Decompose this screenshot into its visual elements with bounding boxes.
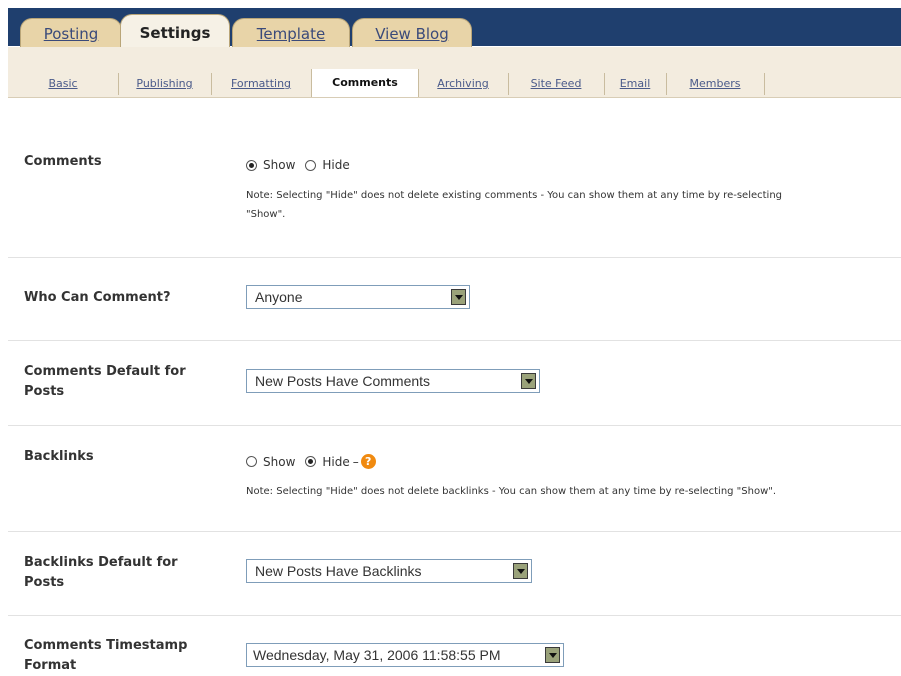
who-can-comment-select[interactable]: Anyone [246, 285, 470, 309]
main-tab-bar: Posting Settings Template View Blog [0, 0, 901, 48]
divider [8, 340, 901, 341]
help-icon[interactable]: ? [360, 454, 376, 469]
sub-tab-bar: Basic Publishing Formatting Comments Arc… [8, 47, 901, 98]
subtab-comments[interactable]: Comments [311, 69, 419, 97]
timestamp-format-label-line2: Format [24, 658, 77, 673]
comments-default-value: New Posts Have Comments [255, 373, 431, 389]
tab-posting[interactable]: Posting [20, 18, 122, 48]
backlinks-default-label-line2: Posts [24, 575, 65, 590]
backlinks-hide-radio[interactable] [305, 456, 317, 467]
divider [8, 425, 901, 426]
backlinks-note: Note: Selecting "Hide" does not delete b… [246, 486, 777, 497]
chevron-down-icon[interactable] [513, 563, 528, 579]
backlinks-show-label: Show [263, 454, 296, 469]
tab-settings[interactable]: Settings [120, 14, 230, 48]
backlinks-dash: – [352, 454, 359, 469]
comments-show-radio[interactable] [246, 159, 257, 171]
chevron-down-icon[interactable] [521, 373, 536, 389]
timestamp-format-select[interactable]: Wednesday, May 31, 2006 11:58:55 PM [246, 643, 564, 667]
backlinks-default-label-line1: Backlinks Default for [24, 555, 178, 570]
tab-template[interactable]: Template [232, 18, 350, 48]
comments-default-select[interactable]: New Posts Have Comments [246, 369, 540, 393]
comments-default-label-line2: Posts [24, 384, 65, 399]
subtab-formatting[interactable]: Formatting [211, 73, 312, 95]
comments-default-label: Comments Default for Posts [24, 362, 186, 402]
who-can-comment-value: Anyone [255, 289, 303, 305]
subtab-basic[interactable]: Basic [8, 73, 119, 95]
tab-view-blog[interactable]: View Blog [352, 18, 472, 48]
comments-hide-radio[interactable] [305, 159, 317, 171]
timestamp-format-label: Comments Timestamp Format [24, 636, 187, 676]
backlinks-label: Backlinks [24, 449, 94, 464]
backlinks-default-value: New Posts Have Backlinks [255, 563, 422, 579]
comments-note-line1: Note: Selecting "Hide" does not delete e… [246, 190, 783, 201]
comments-note-line2: "Show". [246, 209, 286, 220]
comments-radio-group: Show Hide [246, 158, 360, 172]
backlinks-show-radio[interactable] [246, 456, 257, 467]
subtab-site-feed[interactable]: Site Feed [508, 73, 605, 95]
backlinks-default-label: Backlinks Default for Posts [24, 553, 178, 593]
timestamp-format-label-line1: Comments Timestamp [24, 638, 188, 653]
who-can-comment-label: Who Can Comment? [24, 290, 171, 305]
backlinks-hide-label: Hide [322, 454, 350, 469]
comments-hide-label: Hide [322, 158, 350, 172]
chevron-down-icon[interactable] [451, 289, 466, 305]
subtab-members[interactable]: Members [666, 73, 765, 95]
chevron-down-icon[interactable] [545, 647, 560, 663]
backlinks-radio-group: Show Hide – ? [246, 454, 376, 469]
subtab-publishing[interactable]: Publishing [118, 73, 212, 95]
subtab-email[interactable]: Email [604, 73, 667, 95]
comments-label: Comments [24, 154, 102, 169]
comments-note: Note: Selecting "Hide" does not delete e… [246, 186, 782, 224]
divider [8, 257, 901, 258]
subtab-archiving[interactable]: Archiving [418, 73, 509, 95]
divider [8, 615, 901, 616]
sub-tab-row: Basic Publishing Formatting Comments Arc… [8, 69, 901, 97]
divider [8, 531, 901, 532]
timestamp-format-value: Wednesday, May 31, 2006 11:58:55 PM [253, 647, 501, 663]
backlinks-default-select[interactable]: New Posts Have Backlinks [246, 559, 532, 583]
comments-show-label: Show [263, 158, 296, 172]
comments-default-label-line1: Comments Default for [24, 364, 186, 379]
